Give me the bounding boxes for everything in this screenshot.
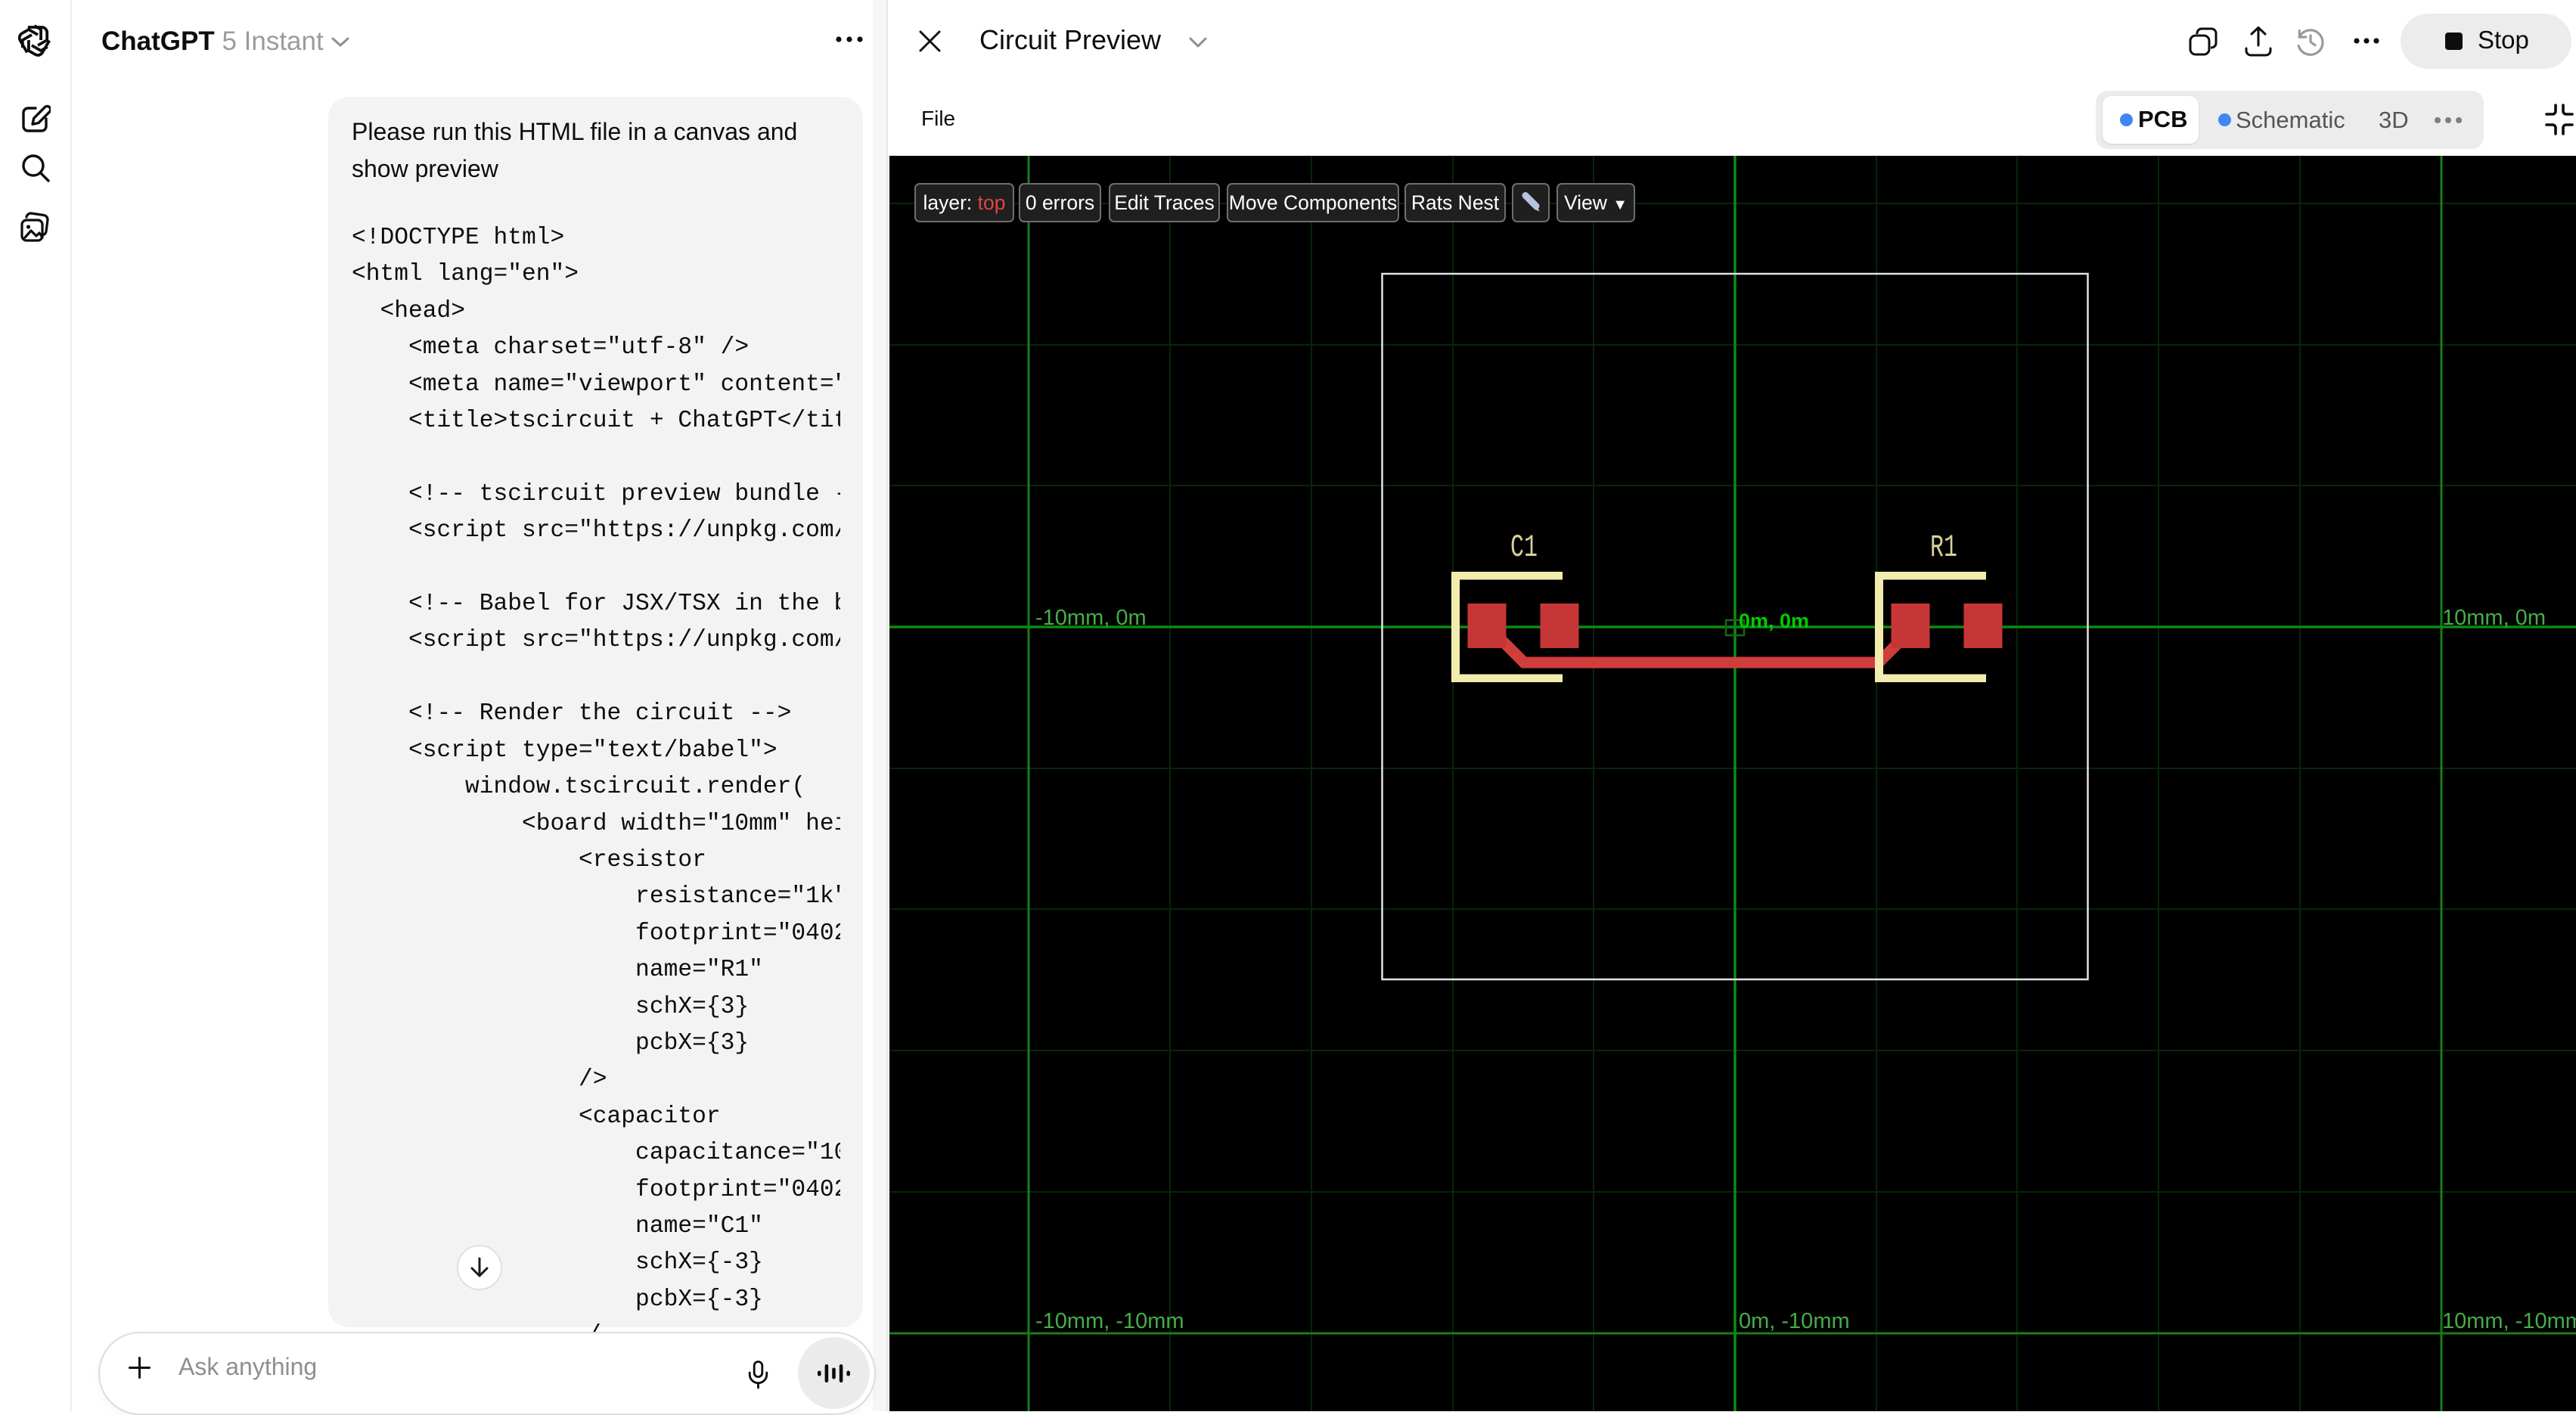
svg-text:R1: R1 — [1930, 529, 1957, 565]
svg-text:0m, -10mm: 0m, -10mm — [1739, 1309, 1850, 1333]
svg-text:-10mm, 0m: -10mm, 0m — [1035, 606, 1147, 630]
svg-text:C1: C1 — [1510, 529, 1538, 565]
svg-text:-10mm, -10mm: -10mm, -10mm — [1035, 1309, 1184, 1333]
svg-text:10mm, -10mm: 10mm, -10mm — [2442, 1309, 2576, 1333]
svg-text:10mm, 0m: 10mm, 0m — [2442, 606, 2546, 630]
svg-text:0m, 0m: 0m, 0m — [1739, 610, 1809, 632]
